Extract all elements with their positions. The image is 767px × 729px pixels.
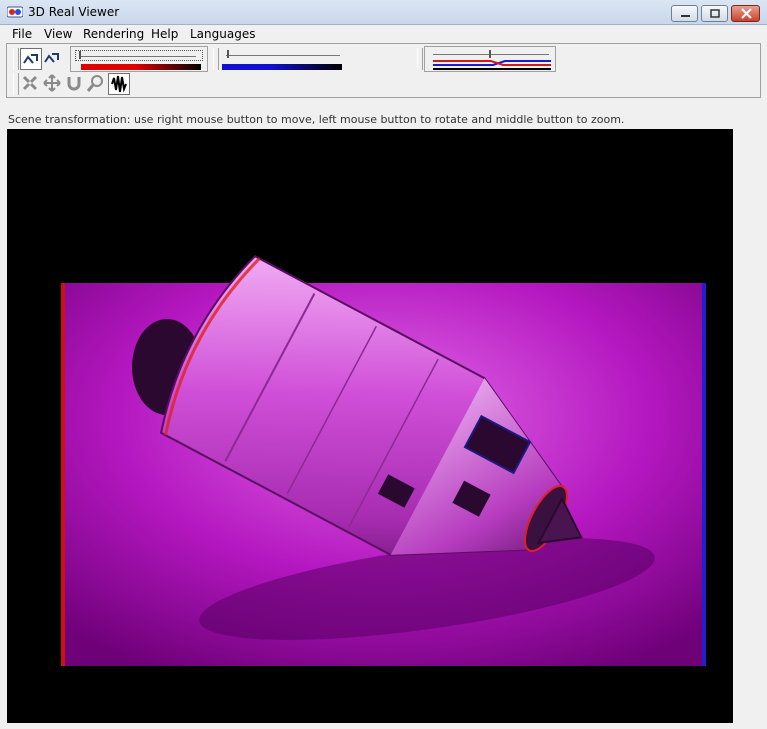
- minimize-button[interactable]: [671, 5, 698, 22]
- menu-help[interactable]: Help: [151, 27, 178, 41]
- close-button[interactable]: [731, 5, 760, 22]
- title-bar: 3D Real Viewer: [0, 0, 767, 25]
- blue-level-slider[interactable]: [227, 50, 229, 58]
- close-icon: [741, 8, 752, 19]
- red-gradient-bar: [81, 64, 201, 70]
- slider-track: [81, 56, 196, 57]
- toolbar-grip[interactable]: [13, 73, 19, 95]
- minimize-icon: [681, 15, 690, 17]
- maximize-button[interactable]: [701, 5, 728, 22]
- select-icon: [22, 75, 38, 91]
- right-gutter: [733, 129, 761, 723]
- move-button[interactable]: [42, 73, 64, 95]
- rotate-button[interactable]: [64, 73, 86, 95]
- stereo-depth-icon: [111, 75, 127, 93]
- move-icon: [43, 74, 61, 92]
- stereo-mode-button[interactable]: [42, 48, 64, 70]
- toolbar-grip[interactable]: [13, 48, 19, 70]
- menu-bar: File View Rendering Help Languages: [0, 25, 767, 44]
- restore-icon: [710, 9, 720, 18]
- menu-file[interactable]: File: [12, 27, 32, 41]
- menu-languages[interactable]: Languages: [190, 27, 255, 41]
- anaglyph-mode-button[interactable]: [20, 48, 42, 70]
- menu-view[interactable]: View: [44, 27, 72, 41]
- capsule-render: [61, 254, 706, 666]
- blue-edge: [702, 283, 706, 666]
- stereo-depth-button[interactable]: [108, 73, 130, 95]
- red-level-slider[interactable]: [75, 50, 203, 61]
- red-level-group: [70, 46, 208, 72]
- slider-track: [226, 55, 340, 56]
- select-button[interactable]: [20, 73, 42, 95]
- zoom-button[interactable]: [86, 73, 108, 95]
- toolbar-panel: [6, 43, 761, 98]
- slider-thumb[interactable]: [79, 51, 81, 59]
- parallax-slider[interactable]: [489, 50, 491, 58]
- slider-track: [433, 54, 549, 55]
- parallax-group: [424, 46, 556, 72]
- red-edge: [61, 283, 65, 666]
- anaglyph-glasses-icon: [7, 6, 23, 18]
- parallax-lines-icon: [433, 60, 551, 70]
- toolbar-grip[interactable]: [213, 48, 219, 70]
- window-title: 3D Real Viewer: [28, 5, 120, 19]
- blue-level-group: [220, 46, 346, 72]
- zoom-icon: [86, 75, 103, 92]
- status-hint: Scene transformation: use right mouse bu…: [8, 113, 625, 126]
- menu-rendering[interactable]: Rendering: [83, 27, 144, 41]
- stereo-mode-icon: [44, 53, 59, 63]
- rotate-icon: [67, 77, 81, 91]
- 3d-viewport[interactable]: [7, 129, 733, 723]
- toolbar-grip[interactable]: [417, 48, 423, 70]
- blue-gradient-bar: [222, 64, 342, 70]
- anaglyph-mode-icon: [23, 54, 38, 64]
